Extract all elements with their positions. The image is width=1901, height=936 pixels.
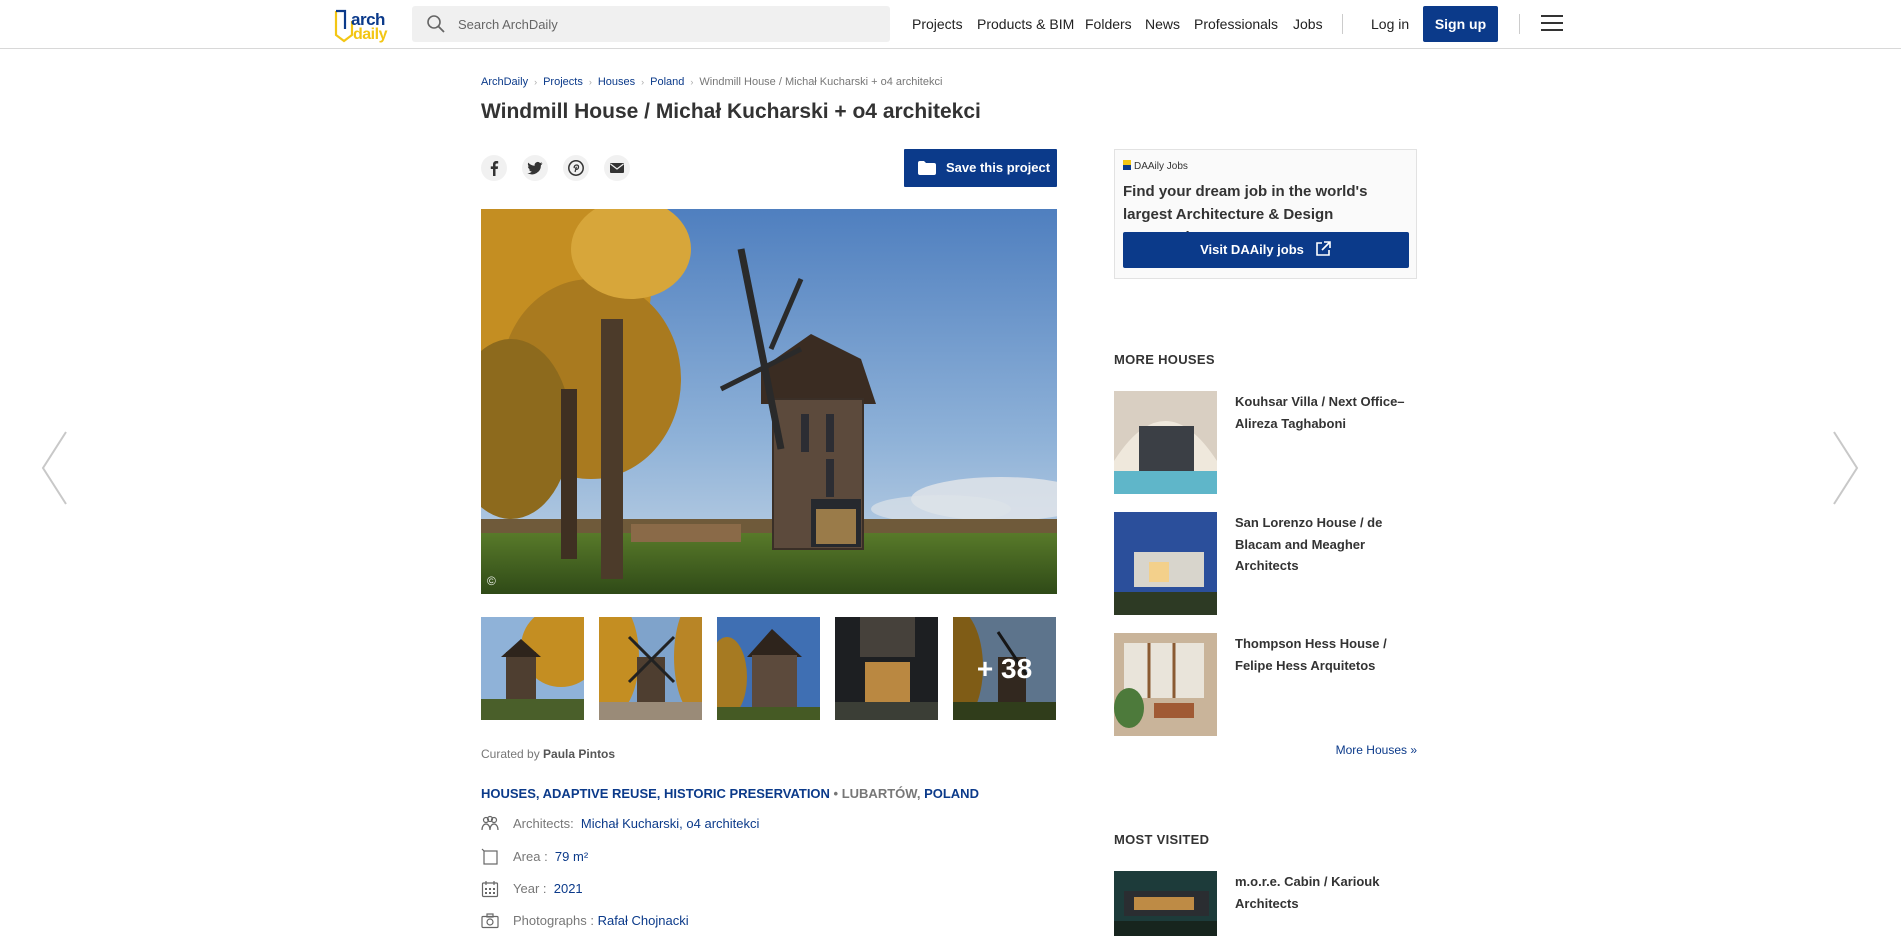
most-visited-heading: MOST VISITED [1114, 832, 1210, 847]
share-pinterest-button[interactable] [563, 155, 589, 181]
breadcrumb-poland[interactable]: Poland [650, 76, 684, 88]
nav-divider [1519, 14, 1520, 34]
photographs-value[interactable]: Rafał Chojnacki [598, 913, 689, 928]
signup-button[interactable]: Sign up [1423, 6, 1498, 42]
previous-project-arrow-icon[interactable] [40, 430, 70, 506]
more-houses-link[interactable]: More Houses » [1300, 743, 1417, 757]
location-city: LUBARTÓW [841, 786, 917, 801]
search-input[interactable] [458, 6, 878, 42]
gallery-thumbnail-more[interactable]: + 38 [953, 617, 1056, 720]
photographs-label: Photographs : [513, 913, 594, 928]
tag-adaptive-reuse[interactable]: ADAPTIVE REUSE [543, 786, 657, 801]
menu-icon[interactable] [1541, 15, 1563, 33]
san-lorenzo-house-image [1114, 512, 1217, 615]
curated-by: Curated by Paula Pintos [481, 747, 615, 761]
architects-value[interactable]: Michał Kucharski, o4 architekci [581, 816, 759, 831]
daaily-logo-icon [1123, 160, 1131, 170]
area-value[interactable]: 79 m² [555, 849, 588, 864]
daaily-jobs-ad: DAAily Jobs Find your dream job in the w… [1114, 149, 1417, 279]
share-email-button[interactable] [604, 155, 630, 181]
next-project-arrow-icon[interactable] [1830, 430, 1860, 506]
gallery-thumbnail[interactable] [481, 617, 584, 720]
location-country[interactable]: POLAND [924, 786, 979, 801]
people-icon [481, 815, 499, 831]
thumbnail-image [481, 617, 584, 720]
gallery-thumbnail[interactable] [835, 617, 938, 720]
jobs-brand-label: DAAily Jobs [1134, 161, 1188, 172]
more-houses-item-title[interactable]: Thompson Hess House / Felipe Hess Arquit… [1235, 633, 1415, 676]
nav-projects[interactable]: Projects [912, 14, 963, 34]
nav-professionals[interactable]: Professionals [1194, 14, 1278, 34]
breadcrumb-projects[interactable]: Projects [543, 76, 583, 88]
twitter-icon [527, 162, 543, 175]
jobs-brand: DAAily Jobs [1123, 160, 1188, 172]
nav-jobs[interactable]: Jobs [1293, 14, 1323, 34]
more-houses-item-title[interactable]: Kouhsar Villa / Next Office–Alireza Tagh… [1235, 391, 1415, 434]
top-navigation-bar: arch daily Projects Products & BIM Folde… [0, 0, 1901, 49]
project-tags: HOUSES, ADAPTIVE REUSE, HISTORIC PRESERV… [481, 786, 979, 801]
breadcrumb: ArchDaily › Projects › Houses › Poland › Windmil… [481, 76, 943, 88]
kouhsar-villa-image [1114, 391, 1217, 494]
visit-jobs-button[interactable]: Visit DAAily jobs [1123, 232, 1409, 268]
more-houses-thumbnail[interactable] [1114, 391, 1217, 494]
more-houses-item-title[interactable]: San Lorenzo House / de Blacam and Meaghe… [1235, 512, 1415, 577]
year-label: Year : [513, 881, 547, 896]
more-photos-count: + 38 [953, 617, 1056, 720]
save-project-button[interactable]: Save this project [904, 149, 1057, 187]
curator-name[interactable]: Paula Pintos [543, 747, 615, 761]
thumbnail-image [717, 617, 820, 720]
gallery-thumbnail[interactable] [599, 617, 702, 720]
search-bar[interactable] [412, 6, 890, 42]
area-label: Area : [513, 849, 548, 864]
camera-icon [481, 913, 499, 929]
folder-icon [918, 161, 936, 175]
logo-text-daily: daily [353, 26, 387, 43]
breadcrumb-archdaily[interactable]: ArchDaily [481, 76, 528, 88]
most-visited-thumbnail[interactable] [1114, 871, 1217, 936]
thompson-hess-house-image [1114, 633, 1217, 736]
page-title: Windmill House / Michał Kucharski + o4 a… [481, 100, 981, 123]
visit-jobs-label: Visit DAAily jobs [1200, 242, 1304, 257]
year-value[interactable]: 2021 [554, 881, 583, 896]
facebook-icon [490, 161, 499, 176]
nav-news[interactable]: News [1145, 14, 1180, 34]
tag-historic-preservation[interactable]: HISTORIC PRESERVATION [664, 786, 830, 801]
more-houses-thumbnail[interactable] [1114, 512, 1217, 615]
gallery-thumbnail[interactable] [717, 617, 820, 720]
more-cabin-image [1114, 871, 1217, 936]
main-project-photo[interactable]: © [481, 209, 1057, 594]
breadcrumb-houses[interactable]: Houses [598, 76, 635, 88]
email-icon [610, 163, 624, 173]
nav-folders[interactable]: Folders [1085, 14, 1132, 34]
save-project-label: Save this project [946, 160, 1051, 175]
architects-label: Architects: [513, 816, 574, 831]
login-link[interactable]: Log in [1371, 14, 1409, 34]
breadcrumb-current: Windmill House / Michał Kucharski + o4 a… [699, 76, 943, 88]
external-link-icon [1316, 241, 1331, 256]
windmill-house-image [481, 209, 1057, 594]
calendar-icon [481, 881, 499, 898]
share-twitter-button[interactable] [522, 155, 548, 181]
thumbnail-image [835, 617, 938, 720]
tag-houses[interactable]: HOUSES [481, 786, 536, 801]
archdaily-logo[interactable]: arch daily [331, 6, 393, 44]
most-visited-item-title[interactable]: m.o.r.e. Cabin / Kariouk Architects [1235, 871, 1415, 914]
more-houses-heading: MORE HOUSES [1114, 352, 1215, 367]
share-facebook-button[interactable] [481, 155, 507, 181]
photo-copyright: © [487, 574, 496, 588]
more-houses-thumbnail[interactable] [1114, 633, 1217, 736]
pinterest-icon [568, 160, 584, 176]
area-icon [481, 848, 498, 865]
thumbnail-image [599, 617, 702, 720]
search-icon [427, 15, 445, 33]
nav-divider [1342, 14, 1343, 34]
curated-prefix: Curated by [481, 747, 540, 761]
nav-products-bim[interactable]: Products & BIM [977, 14, 1074, 34]
